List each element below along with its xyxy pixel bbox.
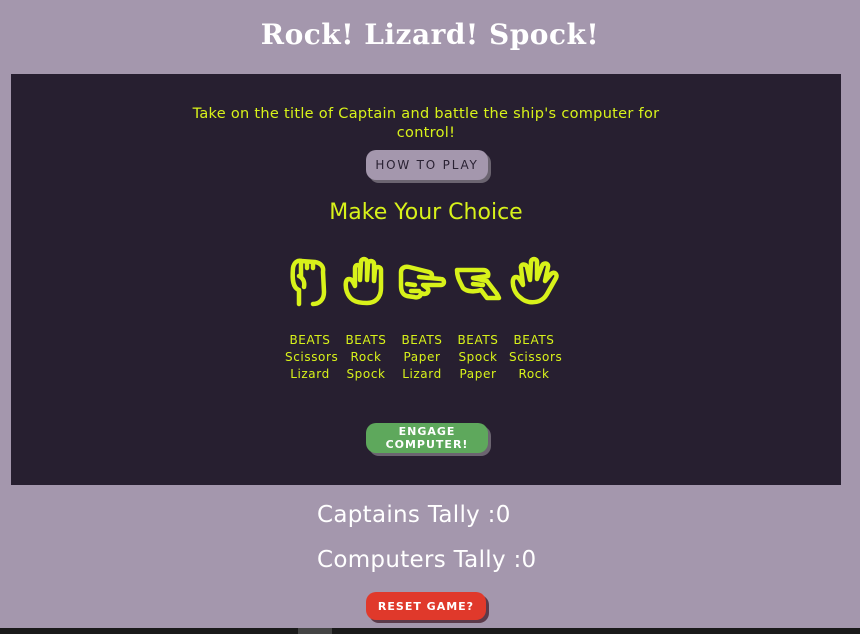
rock-choice[interactable] [285,254,335,308]
computer-tally: Computers Tally :0 [317,547,537,573]
game-panel: Take on the title of Captain and battle … [11,74,841,485]
hand-choices [285,254,559,308]
beats-label: BEATS [289,333,331,347]
beats-label: BEATS [345,333,387,347]
paper-beats: BEATS Rock Spock [341,332,391,383]
beats-item: Paper [403,350,441,364]
reset-game-button[interactable]: RESET GAME? [366,592,486,620]
beats-item: Spock [458,350,498,364]
lizard-choice[interactable] [453,254,503,308]
beats-item: Lizard [402,367,442,381]
beats-item: Spock [346,367,386,381]
engage-computer-button[interactable]: ENGAGE COMPUTER! [366,423,488,453]
beats-item: Rock [350,350,382,364]
beats-label: BEATS [513,333,555,347]
engage-label-line2: COMPUTER! [385,438,469,451]
beats-item: Scissors [285,350,339,364]
spock-beats: BEATS Scissors Rock [509,332,563,383]
beats-item: Lizard [290,367,330,381]
how-to-play-button[interactable]: HOW TO PLAY [366,150,488,180]
paper-choice[interactable] [341,254,391,308]
hand-paper-icon [343,256,384,306]
beats-label: BEATS [457,333,499,347]
page-title: Rock! Lizard! Spock! [260,18,600,51]
scissors-beats: BEATS Paper Lizard [397,332,447,383]
scrollbar-thumb[interactable] [298,628,332,634]
intro-text: Take on the title of Captain and battle … [192,106,660,141]
lizard-beats: BEATS Spock Paper [453,332,503,383]
engage-label-line1: ENGAGE [398,425,456,438]
beats-item: Paper [459,367,497,381]
beats-row: BEATS Scissors Lizard BEATS Rock Spock B… [285,332,563,383]
hand-lizard-icon [454,267,502,301]
scissors-choice[interactable] [397,254,447,308]
game-page: Rock! Lizard! Spock! Take on the title o… [0,0,860,634]
hand-scissors-icon [398,264,447,300]
horizontal-scrollbar[interactable] [0,628,860,634]
beats-item: Scissors [509,350,563,364]
spock-choice[interactable] [509,254,559,308]
hand-spock-icon [510,256,559,305]
hand-rock-icon [290,258,327,307]
captain-tally: Captains Tally :0 [317,502,511,528]
choice-heading: Make Your Choice [329,200,523,225]
rock-beats: BEATS Scissors Lizard [285,332,339,383]
beats-label: BEATS [401,333,443,347]
beats-item: Rock [518,367,550,381]
